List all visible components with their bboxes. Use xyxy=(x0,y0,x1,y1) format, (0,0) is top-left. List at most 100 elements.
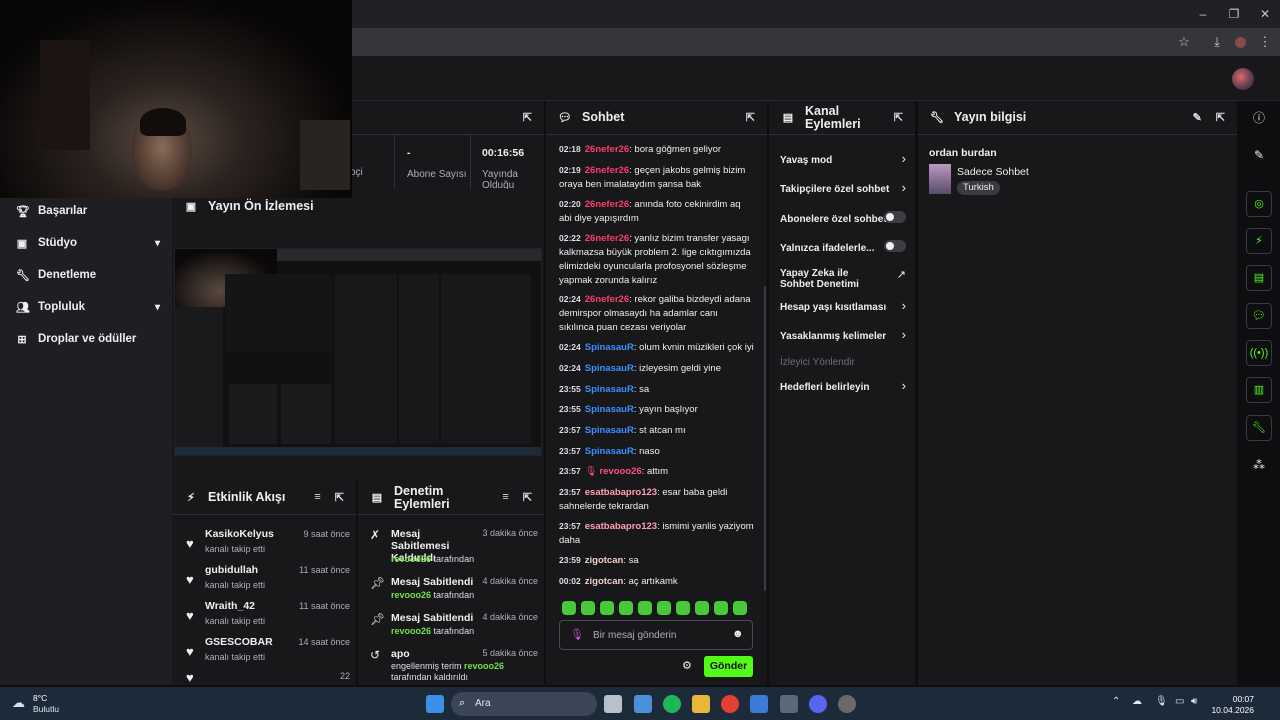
info-icon[interactable]: ⓘ xyxy=(1246,105,1272,131)
emote-icon[interactable] xyxy=(619,601,633,615)
chat-username[interactable]: 26nefer26 xyxy=(585,165,629,176)
chat-username[interactable]: SpinasauR xyxy=(585,425,634,436)
clock-date[interactable]: 10.04.2026 xyxy=(1200,705,1254,715)
subscribers-only-toggle[interactable] xyxy=(884,211,906,223)
follower-name[interactable]: gubidullah xyxy=(205,564,258,576)
document-icon[interactable]: ▤ xyxy=(1246,265,1272,291)
emote-icon[interactable] xyxy=(562,601,576,615)
edit-icon[interactable]: ✎ xyxy=(1193,111,1202,124)
task-view-icon[interactable] xyxy=(604,695,622,713)
chat-username[interactable]: 26nefer26 xyxy=(585,199,629,210)
follower-name[interactable]: GSESCOBAR xyxy=(205,636,273,648)
bookmark-star-icon[interactable]: ☆ xyxy=(1173,32,1195,52)
popout-icon[interactable]: ⇱ xyxy=(335,491,344,504)
broadcast-icon[interactable]: ((•)) xyxy=(1246,340,1272,366)
follower-name[interactable]: Wraith_42 xyxy=(205,600,255,612)
emote-icon[interactable] xyxy=(638,601,652,615)
windows-start-icon[interactable] xyxy=(426,695,444,713)
account-age-item[interactable]: Hesap yaşı kısıtlaması › xyxy=(780,299,906,313)
follower-name[interactable]: KasikoKelyus xyxy=(205,528,274,540)
minimize-button[interactable]: – xyxy=(1188,4,1218,24)
network-icon[interactable]: ▭ xyxy=(1175,696,1184,707)
chat-username[interactable]: zigotcan xyxy=(585,576,624,587)
file-explorer-icon[interactable] xyxy=(692,695,710,713)
chat-username[interactable]: SpinasauR xyxy=(585,404,634,415)
microphone-icon[interactable]: 🎙︎ xyxy=(570,628,584,641)
set-goals-item[interactable]: Hedefleri belirleyin › xyxy=(780,379,906,393)
moderator-name[interactable]: revooo26 xyxy=(391,590,431,600)
emote-icon[interactable] xyxy=(581,601,595,615)
menu-dots-icon[interactable]: ⋮ xyxy=(1254,32,1276,52)
chat-username[interactable]: revooo26 xyxy=(599,466,641,477)
popout-icon[interactable]: ⇱ xyxy=(523,111,532,124)
banned-words-item[interactable]: Yasaklanmış kelimeler › xyxy=(780,328,906,342)
emote-icon[interactable] xyxy=(733,601,747,615)
chat-username[interactable]: 26nefer26 xyxy=(585,294,629,305)
popout-icon[interactable]: ⇱ xyxy=(746,111,755,124)
weather-desc[interactable]: Bulutlu xyxy=(33,704,59,714)
stream-preview-video[interactable] xyxy=(174,248,542,456)
chrome-icon[interactable] xyxy=(721,695,739,713)
emote-icon[interactable] xyxy=(676,601,690,615)
popout-icon[interactable]: ⇱ xyxy=(894,111,903,124)
filter-icon[interactable]: ≡ xyxy=(314,491,320,504)
ai-moderation-item[interactable]: Yapay Zeka ile Sohbet Denetimi ↗ xyxy=(780,268,906,290)
close-window-button[interactable]: ✕ xyxy=(1250,4,1280,24)
chat-bubble-icon[interactable]: 💬︎ xyxy=(1246,303,1272,329)
spotify-icon[interactable] xyxy=(663,695,681,713)
chat-username[interactable]: 26nefer26 xyxy=(585,233,629,244)
sidebar-item-community[interactable]: 👥︎ Topluluk ▾ xyxy=(16,297,160,317)
chevron-up-icon[interactable]: ⌃ xyxy=(1112,696,1120,707)
edit-icon[interactable]: ✎ xyxy=(1246,142,1272,168)
obs-icon[interactable] xyxy=(838,695,856,713)
layout-icon[interactable]: ▥ xyxy=(1246,377,1272,403)
chat-username[interactable]: esatbabapro123 xyxy=(585,487,657,498)
sidebar-item-achievements[interactable]: 🏆︎ Başarılar xyxy=(16,201,160,221)
chat-username[interactable]: SpinasauR xyxy=(585,363,634,374)
stream-tag[interactable]: Turkish xyxy=(957,181,1000,195)
onedrive-icon[interactable]: ☁ xyxy=(1132,696,1142,707)
stream-category[interactable]: Sadece Sohbet xyxy=(957,166,1029,178)
chat-username[interactable]: SpinasauR xyxy=(585,446,634,457)
chat-username[interactable]: 26nefer26 xyxy=(585,144,629,155)
profile-avatar[interactable] xyxy=(1235,37,1246,48)
slow-mode-item[interactable]: Yavaş mod › xyxy=(780,152,906,166)
chat-username[interactable]: esatbabapro123 xyxy=(585,521,657,532)
clock-time[interactable]: 00:07 xyxy=(1214,694,1254,704)
moderator-name[interactable]: revooo26 xyxy=(464,661,504,671)
chat-username[interactable]: zigotcan xyxy=(585,555,624,566)
sidebar-item-drops[interactable]: ⊞ Droplar ve ödüller xyxy=(16,329,160,349)
emoji-icon[interactable]: ☻ xyxy=(732,628,744,640)
gear-icon[interactable]: ⚙ xyxy=(682,659,692,672)
chat-username[interactable]: SpinasauR xyxy=(585,342,634,353)
chat-username[interactable]: SpinasauR xyxy=(585,384,634,395)
moderator-name[interactable]: revooo26 xyxy=(391,554,431,564)
sidebar-item-studio[interactable]: ▣ Stüdyo ▾ xyxy=(16,233,160,253)
taskbar-search[interactable]: ⌕ Ara xyxy=(451,692,597,716)
discord-icon[interactable] xyxy=(809,695,827,713)
maximize-button[interactable]: ❐ xyxy=(1219,4,1249,24)
emote-icon[interactable] xyxy=(657,601,671,615)
moderator-name[interactable]: revooo26 xyxy=(391,626,431,636)
apps-icon[interactable]: ⁂ xyxy=(1246,452,1272,478)
sidebar-item-moderation[interactable]: 🔧︎ Denetleme xyxy=(16,265,160,285)
focus-icon[interactable]: ◎ xyxy=(1246,191,1272,217)
send-button[interactable]: Gönder xyxy=(704,656,753,677)
followers-only-item[interactable]: Takipçilere özel sohbet › xyxy=(780,181,906,195)
chat-scrollbar[interactable] xyxy=(764,286,766,591)
emote-icon[interactable] xyxy=(714,601,728,615)
chat-input[interactable]: 🎙︎ Bir mesaj gönderin ☻ xyxy=(559,620,753,650)
store-icon[interactable] xyxy=(634,695,652,713)
filter-icon[interactable]: ≡ xyxy=(502,491,508,504)
lightning-icon[interactable]: ⚡︎ xyxy=(1246,228,1272,254)
emote-icon[interactable] xyxy=(600,601,614,615)
emote-icon[interactable] xyxy=(695,601,709,615)
app-icon[interactable] xyxy=(780,695,798,713)
wrench-icon[interactable]: 🔧︎ xyxy=(1246,415,1272,441)
mail-icon[interactable] xyxy=(750,695,768,713)
user-avatar[interactable] xyxy=(1232,68,1254,90)
download-icon[interactable]: ⤓ xyxy=(1206,32,1228,52)
volume-icon[interactable]: 🔊︎ xyxy=(1191,696,1197,707)
emotes-only-toggle[interactable] xyxy=(884,240,906,252)
popout-icon[interactable]: ⇱ xyxy=(1216,111,1225,124)
